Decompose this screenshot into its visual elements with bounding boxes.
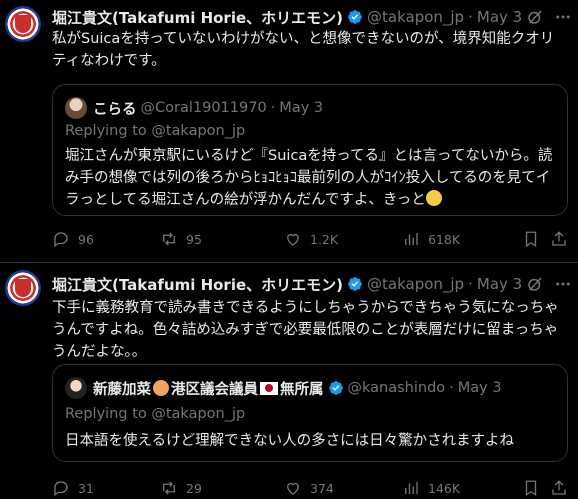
views-button[interactable]: 618K [402,230,460,248]
quoted-author-avatar[interactable] [65,97,87,119]
monkey-emoji-icon [153,380,169,396]
author-name[interactable]: 堀江貴文(Takafumi Horie、ホリエモン) [52,274,343,295]
tweet[interactable]: 堀江貴文(Takafumi Horie、ホリエモン) @takapon_jp ·… [0,263,578,498]
grok-icon[interactable] [526,275,544,293]
views-icon [405,482,418,494]
replying-to: Replying to @takapon_jp [65,406,246,422]
like-icon [287,233,299,246]
view-count: 146K [428,480,461,496]
repost-button[interactable]: 29 [160,479,202,497]
author-avatar[interactable] [5,270,41,306]
quoted-tweet-date[interactable]: May 3 [458,380,502,396]
tweet-actions: 96 95 1.2K 618K [52,230,568,250]
views-button[interactable]: 146K [402,479,460,497]
quoted-author-name[interactable]: 新藤加菜 [93,378,151,399]
tweet-actions: 31 29 374 146K [52,479,568,499]
verified-badge-icon [348,277,362,291]
share-icon[interactable] [550,479,568,497]
like-count: 1.2K [310,231,339,247]
replying-to: Replying to @takapon_jp [65,123,246,139]
tweet-text: 下手に義務教育で読み書きできるようにしちゃうからできちゃう気になっちゃうんですよ… [52,300,559,360]
grok-icon[interactable] [526,8,544,26]
reply-count: 31 [78,480,94,496]
repost-count: 29 [186,480,202,496]
like-count: 374 [310,480,334,496]
reply-button[interactable]: 96 [52,230,94,248]
author-avatar[interactable] [5,6,41,42]
reply-count: 96 [78,231,94,247]
separator-dot: · [270,100,276,116]
tweet[interactable]: 堀江貴文(Takafumi Horie、ホリエモン) @takapon_jp ·… [0,0,578,263]
more-icon[interactable] [554,8,572,26]
quoted-tweet-header: こらる @Coral19011970 · May 3 [65,97,323,119]
quoted-tweet-date[interactable]: May 3 [279,100,323,116]
japan-flag-icon [260,381,278,395]
repost-icon [163,232,175,246]
smiling-emoji-icon [425,190,442,206]
like-button[interactable]: 1.2K [284,230,338,248]
author-handle[interactable]: @takapon_jp [367,8,464,26]
author-handle[interactable]: @takapon_jp [367,275,464,293]
view-count: 618K [428,231,461,247]
quoted-author-name[interactable]: こらる [93,98,137,119]
quoted-author-handle[interactable]: @kanashindo [348,380,446,396]
quoted-tweet-text: 日本語を使えるけど理解できない人の多さには日々驚かされますよね [65,433,515,449]
reply-icon [54,481,68,497]
repost-count: 95 [186,231,202,247]
share-icon[interactable] [550,230,568,248]
separator-dot: · [468,8,473,26]
tweet-date[interactable]: May 3 [477,8,522,26]
tweet-header: 堀江貴文(Takafumi Horie、ホリエモン) @takapon_jp ·… [52,6,522,28]
verified-badge-icon [328,381,343,395]
more-icon[interactable] [554,275,572,293]
bookmark-icon[interactable] [522,479,540,497]
separator-dot: · [468,275,473,293]
quoted-author-title: 港区議会議員 [171,381,258,398]
quoted-author-affiliation: 無所属 [280,381,324,398]
tweet-header: 堀江貴文(Takafumi Horie、ホリエモン) @takapon_jp ·… [52,273,522,295]
like-icon [287,482,299,495]
tweet-date[interactable]: May 3 [477,275,522,293]
quoted-tweet-text: 堀江さんが東京駅にいるけど『Suicaを持ってる』とは言ってないから。読み手の想… [65,145,557,211]
quoted-author-avatar[interactable] [65,377,87,399]
quoted-tweet-text-content: 堀江さんが東京駅にいるけど『Suicaを持ってる』とは言ってないから。読み手の想… [65,148,553,208]
bookmark-icon[interactable] [522,230,540,248]
author-name[interactable]: 堀江貴文(Takafumi Horie、ホリエモン) [52,7,343,28]
repost-button[interactable]: 95 [160,230,202,248]
quoted-tweet[interactable]: こらる @Coral19011970 · May 3 Replying to @… [52,84,568,216]
quoted-author-handle[interactable]: @Coral19011970 [141,100,267,116]
quoted-tweet-header: 新藤加菜 港区議会議員 無所属 @kanashindo · May 3 [65,377,502,399]
views-icon [405,233,418,245]
reply-icon [54,232,68,248]
like-button[interactable]: 374 [284,479,334,497]
quoted-tweet[interactable]: 新藤加菜 港区議会議員 無所属 @kanashindo · May 3 Repl… [52,364,568,462]
separator-dot: · [449,380,454,396]
repost-icon [163,481,175,495]
reply-button[interactable]: 31 [52,479,94,497]
tweet-text: 私がSuicaを持っていないわけがない、と想像できないのが、境界知能クオリティな… [52,31,555,69]
verified-badge-icon [348,10,362,24]
